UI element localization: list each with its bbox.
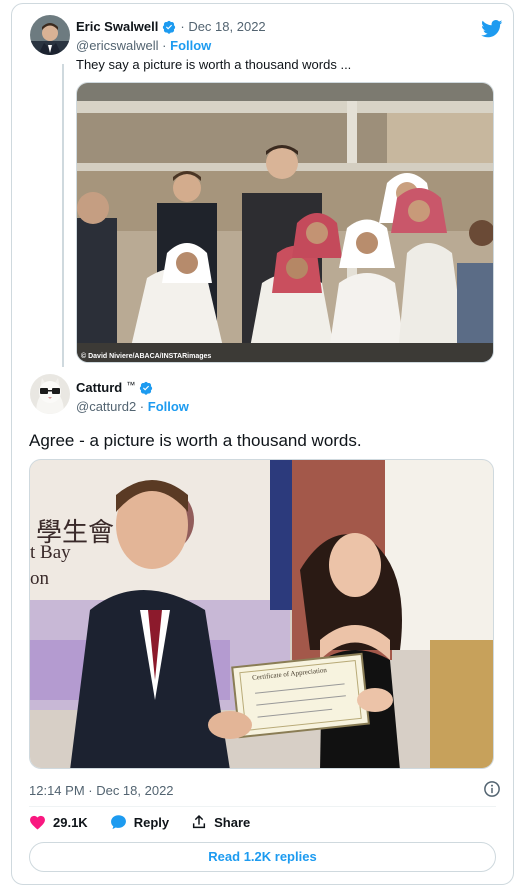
thread-line	[62, 64, 64, 367]
quoted-author-row: Eric Swalwell · Dec 18, 2022	[76, 19, 266, 34]
author-handle[interactable]: @ericswalwell ·	[76, 38, 167, 53]
tweet-timestamp[interactable]: 12:14 PM · Dec 18, 2022	[29, 783, 174, 798]
reply-button[interactable]: Reply	[110, 814, 169, 830]
author-name[interactable]: Catturd	[76, 380, 122, 395]
quoted-handle-row: @ericswalwell · Follow	[76, 38, 211, 53]
follow-button[interactable]: Follow	[170, 38, 211, 53]
divider	[29, 806, 496, 807]
author-handle[interactable]: @catturd2 ·	[76, 399, 144, 414]
like-count: 29.1K	[53, 814, 88, 830]
reply-label: Reply	[133, 814, 170, 830]
sign-text-bay: t Bay	[30, 542, 71, 563]
share-button[interactable]: Share	[191, 814, 250, 830]
sign-text-on: on	[30, 568, 49, 589]
photo-credit: © David Niviere/ABACA/INSTARimages	[81, 353, 212, 360]
verified-badge-icon	[140, 381, 153, 395]
quoted-tweet-text: They say a picture is worth a thousand w…	[76, 57, 352, 72]
avatar[interactable]	[30, 374, 70, 414]
avatar[interactable]	[30, 15, 70, 55]
verified-badge-icon	[163, 20, 176, 34]
reply-handle-row: @catturd2 · Follow	[76, 399, 189, 414]
reply-tweet-photo[interactable]: 學生會 t Bay on Certificate of Appreciation	[29, 459, 494, 769]
quoted-tweet-photo[interactable]: © David Niviere/ABACA/INSTARimages	[76, 82, 494, 363]
heart-icon	[30, 815, 45, 830]
twitter-bird-icon[interactable]	[481, 20, 503, 38]
tweet-date[interactable]: · Dec 18, 2022	[180, 19, 265, 34]
tweet-embed-card: Eric Swalwell · Dec 18, 2022 @ericswalwe…	[11, 3, 514, 885]
info-icon[interactable]	[483, 780, 501, 798]
share-label: Share	[214, 814, 251, 830]
trademark-symbol: ™	[126, 379, 136, 390]
tweet-actions: 29.1K Reply Share	[29, 814, 272, 830]
follow-button[interactable]: Follow	[148, 399, 189, 414]
author-name[interactable]: Eric Swalwell	[76, 19, 158, 34]
tweet-text: Agree - a picture is worth a thousand wo…	[29, 431, 362, 450]
like-button[interactable]: 29.1K	[29, 814, 88, 830]
read-replies-button[interactable]: Read 1.2K replies	[29, 842, 496, 872]
reply-bubble-icon	[110, 815, 126, 830]
reply-author-row: Catturd ™	[76, 380, 153, 395]
share-icon	[193, 814, 206, 829]
